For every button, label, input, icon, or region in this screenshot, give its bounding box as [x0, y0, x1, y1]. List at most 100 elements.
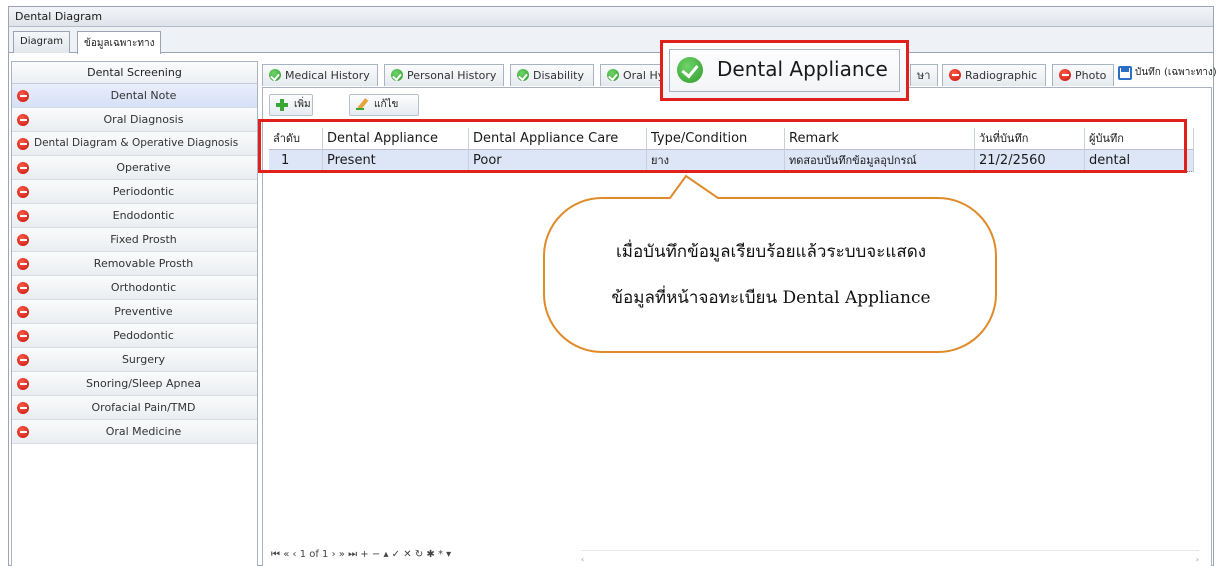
pencil-icon: [356, 98, 370, 112]
sidebar-item-label: Dental Diagram & Operative Diagnosis: [34, 137, 239, 149]
stop-icon: [17, 426, 29, 438]
sidebar-item-pedodontic[interactable]: Pedodontic: [12, 324, 257, 348]
tab-diagram[interactable]: Diagram: [13, 31, 70, 53]
sidebar-item-dental-note[interactable]: Dental Note: [12, 84, 257, 108]
check-icon: [391, 69, 403, 81]
tab-specialty-data[interactable]: ข้อมูลเฉพาะทาง: [77, 31, 162, 54]
stop-icon: [17, 378, 29, 390]
sidebar-item-label: Fixed Prosth: [110, 233, 177, 246]
edit-record-icon[interactable]: ▴: [383, 549, 388, 560]
plus-icon: [276, 99, 288, 111]
specialty-sidebar: Dental Screening Dental Note Oral Diagno…: [11, 61, 258, 566]
sidebar-item-label: Oral Medicine: [105, 425, 182, 438]
main-tab-strip: Diagram ข้อมูลเฉพาะทาง: [9, 27, 1213, 54]
table-cell: Present: [323, 150, 469, 172]
sidebar-item-oral-medicine[interactable]: Oral Medicine: [12, 420, 257, 444]
goto-bookmark-icon[interactable]: *: [438, 549, 443, 560]
column-header[interactable]: Remark: [785, 128, 975, 150]
sidebar-item-endodontic[interactable]: Endodontic: [12, 204, 257, 228]
column-header[interactable]: Dental Appliance: [323, 128, 469, 150]
sidebar-item-label: Snoring/Sleep Apnea: [86, 377, 201, 390]
check-icon: [607, 69, 619, 81]
stop-icon: [949, 69, 961, 81]
sidebar-header[interactable]: Dental Screening: [12, 62, 257, 84]
add-record-icon[interactable]: +: [360, 549, 368, 560]
sidebar-item-orofacial-pain-tmd[interactable]: Orofacial Pain/TMD: [12, 396, 257, 420]
tab-photo[interactable]: Photo: [1052, 64, 1114, 86]
table-cell: ทดสอบบันทึกข้อมูลอุปกรณ์: [785, 150, 975, 172]
grid-header: ลำดับ Dental Appliance Dental Appliance …: [269, 128, 1194, 150]
save-icon: [1118, 66, 1132, 80]
refresh-icon[interactable]: ↻: [415, 549, 423, 560]
nav-last-icon[interactable]: ⏭: [348, 549, 357, 560]
nav-first-icon[interactable]: ⏮: [271, 549, 280, 560]
stop-icon: [17, 354, 29, 366]
stop-icon: [17, 330, 29, 342]
stop-icon: [17, 402, 29, 414]
sidebar-item-label: Orthodontic: [110, 281, 177, 294]
sidebar-item-oral-diagnosis[interactable]: Oral Diagnosis: [12, 108, 257, 132]
filter-icon[interactable]: ▾: [446, 549, 451, 560]
edit-button[interactable]: แก้ไข: [349, 94, 419, 116]
tab-personal-history[interactable]: Personal History: [384, 64, 504, 86]
column-header[interactable]: Dental Appliance Care: [469, 128, 647, 150]
save-label: บันทึก (เฉพาะทาง): [1135, 67, 1217, 78]
add-button[interactable]: เพิ่ม: [269, 94, 313, 116]
check-icon: [677, 57, 703, 83]
sidebar-item-removable-prosth[interactable]: Removable Prosth: [12, 252, 257, 276]
sidebar-item-label: Surgery: [121, 353, 166, 366]
tab-label: Radiographic: [965, 69, 1038, 82]
zoomed-dental-appliance-tab[interactable]: Dental Appliance: [660, 40, 909, 101]
check-icon: [517, 69, 529, 81]
stop-icon: [17, 138, 29, 150]
sidebar-item-label: Preventive: [114, 305, 173, 318]
nav-next-page-icon[interactable]: »: [339, 549, 345, 560]
bookmark-icon[interactable]: ✱: [426, 549, 434, 560]
sidebar-item-orthodontic[interactable]: Orthodontic: [12, 276, 257, 300]
scroll-left-icon[interactable]: ‹: [581, 551, 584, 566]
sidebar-item-dental-diagram-operative-diagnosis[interactable]: Dental Diagram & Operative Diagnosis: [12, 132, 257, 156]
stop-icon: [17, 210, 29, 222]
sidebar-item-label: Pedodontic: [113, 329, 174, 342]
tab-partial-hidden[interactable]: ษา: [910, 64, 938, 86]
tab-medical-history[interactable]: Medical History: [262, 64, 378, 86]
tab-radiographic[interactable]: Radiographic: [942, 64, 1046, 86]
delete-record-icon[interactable]: −: [372, 549, 380, 560]
add-label: เพิ่ม: [294, 99, 311, 110]
stop-icon: [17, 114, 29, 126]
tab-label: Medical History: [285, 69, 370, 82]
table-cell: ยาง: [647, 150, 785, 172]
tab-disability[interactable]: Disability: [510, 64, 594, 86]
sidebar-item-periodontic[interactable]: Periodontic: [12, 180, 257, 204]
nav-prev-icon[interactable]: ‹: [293, 549, 297, 560]
table-row[interactable]: 1 Present Poor ยาง ทดสอบบันทึกข้อมูลอุปก…: [269, 150, 1194, 172]
sidebar-item-operative[interactable]: Operative: [12, 156, 257, 180]
cancel-record-icon[interactable]: ✕: [403, 549, 411, 560]
nav-prev-page-icon[interactable]: «: [283, 549, 289, 560]
horizontal-scrollbar[interactable]: ‹ ›: [581, 550, 1199, 564]
sidebar-item-surgery[interactable]: Surgery: [12, 348, 257, 372]
column-header[interactable]: ลำดับ: [269, 128, 323, 150]
nav-next-icon[interactable]: ›: [332, 549, 336, 560]
column-header[interactable]: Type/Condition: [647, 128, 785, 150]
column-header[interactable]: วันที่บันทึก: [975, 128, 1085, 150]
record-position: 1 of 1: [299, 549, 329, 560]
sidebar-item-snoring-sleep-apnea[interactable]: Snoring/Sleep Apnea: [12, 372, 257, 396]
tab-label: Personal History: [407, 69, 497, 82]
tab-label: ษา: [917, 69, 931, 82]
table-cell: 1: [269, 150, 323, 172]
save-record-icon[interactable]: ✓: [392, 549, 400, 560]
tab-label: Photo: [1075, 69, 1107, 82]
window-title: Dental Diagram: [9, 7, 1213, 27]
save-specialty-button[interactable]: บันทึก (เฉพาะทาง): [1118, 64, 1217, 84]
table-cell: 21/2/2560: [975, 150, 1085, 172]
sidebar-item-fixed-prosth[interactable]: Fixed Prosth: [12, 228, 257, 252]
table-cell: Poor: [469, 150, 647, 172]
stop-icon: [17, 258, 29, 270]
stop-icon: [17, 90, 29, 102]
stop-icon: [17, 186, 29, 198]
sidebar-item-label: Endodontic: [112, 209, 175, 222]
sidebar-item-preventive[interactable]: Preventive: [12, 300, 257, 324]
scroll-right-icon[interactable]: ›: [1196, 551, 1199, 566]
column-header[interactable]: ผู้บันทึก: [1085, 128, 1194, 150]
